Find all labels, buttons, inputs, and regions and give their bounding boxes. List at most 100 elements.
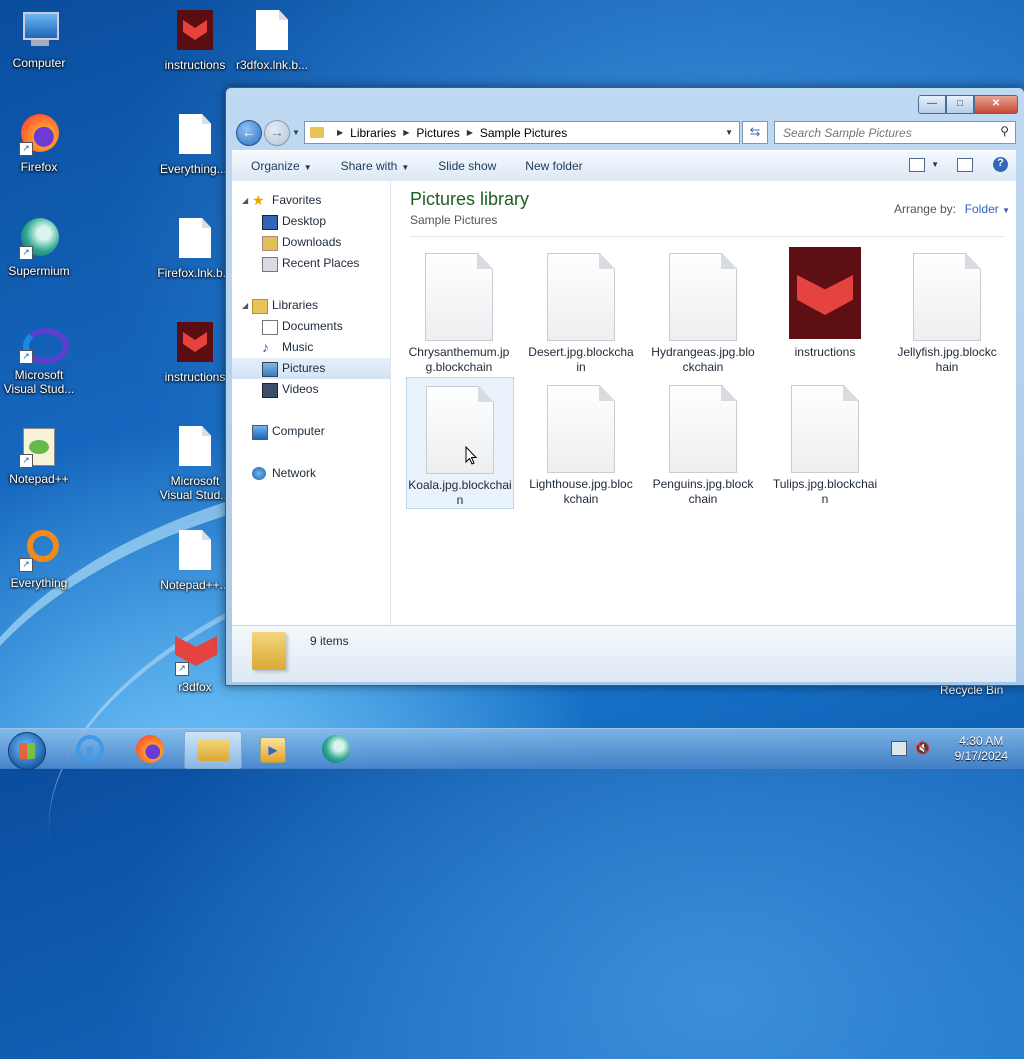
- nav-computer[interactable]: Computer: [232, 421, 390, 442]
- blank-file-icon: [426, 386, 494, 474]
- desktop-icon-label: Everything: [10, 576, 68, 590]
- help-icon[interactable]: ?: [993, 157, 1008, 172]
- file-item[interactable]: Penguins.jpg.blockchain: [650, 377, 756, 507]
- file-name: instructions: [794, 345, 856, 359]
- shortcut-arrow-icon: ↗: [19, 350, 33, 364]
- desktop-icon-r3dfox-lnk[interactable]: r3dfox.lnk.b...: [234, 8, 310, 72]
- breadcrumb-pictures[interactable]: Pictures: [416, 126, 459, 140]
- nav-music[interactable]: ♪ Music: [232, 337, 390, 358]
- taskbar-internet-explorer[interactable]: e: [62, 731, 118, 767]
- search-box[interactable]: ⚲: [774, 121, 1016, 144]
- breadcrumb-sample-pictures[interactable]: Sample Pictures: [480, 126, 567, 140]
- minimize-button[interactable]: —: [918, 95, 946, 114]
- nav-videos[interactable]: Videos: [232, 379, 390, 400]
- arrange-by-value: Folder: [964, 202, 999, 216]
- chevron-down-icon: ▼: [401, 163, 410, 172]
- nav-downloads[interactable]: Downloads: [232, 232, 390, 253]
- preview-pane-icon[interactable]: [957, 157, 973, 172]
- file-item[interactable]: Jellyfish.jpg.blockchain: [894, 245, 1000, 375]
- maximize-button[interactable]: □: [946, 95, 974, 114]
- supermium-icon: [322, 735, 350, 763]
- desktop-icon-firefox-lnk[interactable]: Firefox.lnk.b...: [157, 216, 233, 280]
- desktop-icon-r3dfox[interactable]: ↗ r3dfox: [157, 632, 233, 694]
- clock[interactable]: 4:30 AM 9/17/2024: [955, 734, 1008, 764]
- file-name: Tulips.jpg.blockchain: [772, 477, 878, 506]
- file-name: Lighthouse.jpg.blockchain: [529, 477, 633, 506]
- taskbar-supermium[interactable]: [308, 731, 364, 767]
- header-divider: [410, 236, 1004, 237]
- folder-icon: [252, 632, 286, 670]
- blank-file-icon: [425, 253, 493, 341]
- forward-button[interactable]: →: [264, 120, 290, 146]
- address-dropdown-icon[interactable]: ▼: [725, 128, 733, 137]
- desktop-icon-visual-studio[interactable]: ↗ Microsoft Visual Stud...: [1, 320, 77, 396]
- blank-file-icon: [250, 10, 294, 54]
- computer-icon: [17, 8, 61, 52]
- explorer-content: ◢ ★ Favorites Desktop Downloads Recent P…: [232, 181, 1016, 682]
- desktop-icon-everything-file[interactable]: Everything....: [157, 112, 233, 176]
- nav-documents[interactable]: Documents: [232, 316, 390, 337]
- search-input[interactable]: [781, 122, 985, 143]
- file-item[interactable]: Hydrangeas.jpg.blockchain: [650, 245, 756, 375]
- nav-recent-places[interactable]: Recent Places: [232, 253, 390, 274]
- command-bar: Organize ▼ Share with ▼ Slide show New fol…: [232, 150, 1016, 182]
- breadcrumb-libraries[interactable]: Libraries: [350, 126, 396, 140]
- collapse-icon[interactable]: ◢: [242, 190, 248, 211]
- details-pane: 9 items: [232, 625, 1016, 682]
- nav-network[interactable]: Network: [232, 463, 390, 484]
- taskbar-media-player[interactable]: ▶: [244, 731, 300, 767]
- search-icon[interactable]: ⚲: [1000, 124, 1009, 138]
- chevron-right-icon[interactable]: ▶: [337, 128, 343, 137]
- explorer-window[interactable]: — □ ✕ ← → ▼ ▶ Libraries ▶ Pictures ▶ Sam…: [225, 87, 1024, 686]
- desktop-icon-instructions-2[interactable]: instructions: [157, 320, 233, 384]
- desktop-icon-label: Firefox: [20, 160, 58, 174]
- file-item[interactable]: Desert.jpg.blockchain: [528, 245, 634, 375]
- file-item-selected[interactable]: Koala.jpg.blockchain: [406, 377, 514, 509]
- file-item[interactable]: Tulips.jpg.blockchain: [772, 377, 878, 507]
- desktop-icon-instructions[interactable]: instructions: [157, 8, 233, 72]
- start-button[interactable]: [8, 732, 46, 770]
- visual-studio-icon: ↗: [17, 320, 69, 364]
- taskbar-firefox[interactable]: [122, 731, 178, 767]
- refresh-button[interactable]: ⇆: [742, 121, 768, 144]
- desktop-icon-computer[interactable]: Computer: [1, 8, 77, 70]
- taskbar-windows-explorer[interactable]: [184, 731, 242, 769]
- chevron-right-icon[interactable]: ▶: [403, 128, 409, 137]
- nav-libraries[interactable]: ◢ Libraries: [232, 295, 390, 316]
- file-item[interactable]: Chrysanthemum.jpg.blockchain: [406, 245, 512, 375]
- library-subtitle[interactable]: Sample Pictures: [410, 213, 497, 227]
- desktop-icon-firefox[interactable]: ↗ Firefox: [1, 112, 77, 174]
- close-button[interactable]: ✕: [974, 95, 1018, 114]
- organize-button[interactable]: Organize ▼: [251, 159, 312, 173]
- view-options-dropdown[interactable]: ▼: [931, 160, 939, 169]
- nav-label: Favorites: [272, 193, 322, 207]
- file-name: Jellyfish.jpg.blockchain: [897, 345, 997, 374]
- volume-muted-icon[interactable]: 🔇: [915, 741, 930, 755]
- desktop-icon-notepadpp[interactable]: ↗ Notepad++: [1, 424, 77, 486]
- desktop-icon-visual-studio-file[interactable]: Microsoft Visual Stud...: [157, 424, 233, 502]
- file-item[interactable]: Lighthouse.jpg.blockchain: [528, 377, 634, 507]
- desktop-icon-everything[interactable]: ↗ Everything: [1, 528, 77, 590]
- desktop-icon-supermium[interactable]: ↗ Supermium: [1, 216, 77, 278]
- network-tray-icon[interactable]: [891, 741, 907, 756]
- address-bar[interactable]: ▶ Libraries ▶ Pictures ▶ Sample Pictures…: [304, 121, 740, 144]
- new-folder-button[interactable]: New folder: [525, 159, 582, 173]
- everything-icon: ↗: [17, 528, 61, 572]
- file-view: Pictures library Sample Pictures Arrange…: [391, 181, 1016, 625]
- chevron-right-icon[interactable]: ▶: [467, 128, 473, 137]
- taskbar: e ▶ 🔇 4:30 AM 9/17/2024: [0, 728, 1024, 770]
- desktop-icon-label: instructions: [164, 370, 226, 384]
- nav-favorites[interactable]: ◢ ★ Favorites: [232, 190, 390, 211]
- collapse-icon[interactable]: ◢: [242, 295, 248, 316]
- slide-show-button[interactable]: Slide show: [438, 159, 496, 173]
- file-item[interactable]: instructions: [772, 245, 878, 375]
- desktop-icon-notepadpp-file[interactable]: Notepad++...: [157, 528, 233, 592]
- change-view-icon[interactable]: [909, 157, 926, 172]
- share-with-button[interactable]: Share with ▼: [341, 159, 410, 173]
- recent-pages-dropdown[interactable]: ▼: [292, 128, 300, 137]
- nav-desktop[interactable]: Desktop: [232, 211, 390, 232]
- arrange-by-dropdown[interactable]: Folder ▼: [965, 202, 1010, 216]
- pictures-icon: [262, 362, 278, 377]
- nav-pictures[interactable]: Pictures: [232, 358, 390, 379]
- back-button[interactable]: ←: [236, 120, 262, 146]
